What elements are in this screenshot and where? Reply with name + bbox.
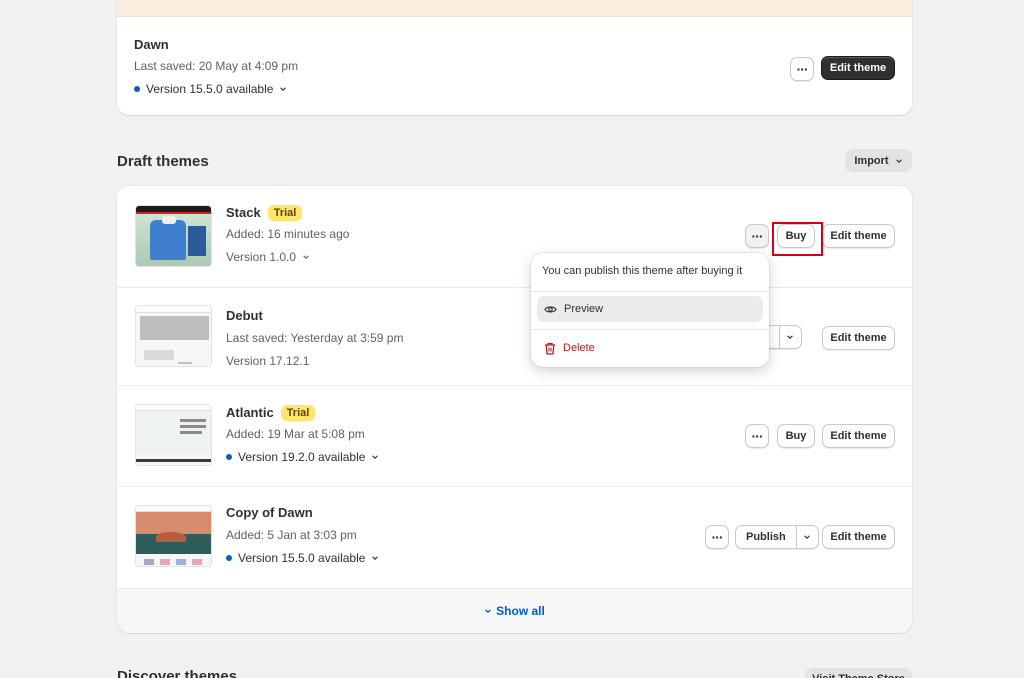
copy-of-dawn-edit-button[interactable]: Edit theme <box>822 525 895 549</box>
more-icon: ··· <box>796 61 809 77</box>
import-label: Import <box>854 154 889 167</box>
atlantic-name: Atlantic <box>226 405 274 420</box>
stack-meta: Added: 16 minutes ago <box>226 227 350 241</box>
popover-divider <box>531 291 769 292</box>
stack-name: Stack <box>226 205 261 220</box>
theme-row-atlantic: Atlantic Trial Added: 19 Mar at 5:08 pm V… <box>117 386 912 487</box>
stack-title-line: Stack Trial <box>226 204 303 222</box>
atlantic-trial-badge: Trial <box>280 405 316 421</box>
chevron-down-icon <box>895 158 902 163</box>
buy-highlight-annotation <box>772 222 823 256</box>
atlantic-version[interactable]: Version 19.2.0 available <box>226 450 379 464</box>
debut-name: Debut <box>226 308 263 323</box>
copy-of-dawn-publish-caret[interactable] <box>795 526 818 548</box>
theme-row-copy-of-dawn: Copy of Dawn Added: 5 Jan at 3:03 pm Ver… <box>117 487 912 589</box>
stack-trial-badge: Trial <box>267 205 303 221</box>
atlantic-version-label: Version 19.2.0 available <box>238 450 366 464</box>
delete-menu-item[interactable]: Delete <box>537 335 763 361</box>
copy-of-dawn-thumbnail <box>135 505 212 567</box>
stack-edit-button[interactable]: Edit theme <box>822 224 895 248</box>
chevron-down-icon <box>804 535 811 539</box>
copy-of-dawn-more-button[interactable]: ··· <box>705 525 729 549</box>
discover-themes-title: Discover themes <box>117 668 238 678</box>
chevron-down-icon <box>485 609 492 614</box>
trash-icon <box>545 342 555 355</box>
debut-thumbnail <box>135 305 212 367</box>
update-dot-icon <box>226 454 232 460</box>
chevron-down-icon <box>372 455 379 459</box>
current-theme-card: Dawn Last saved: 20 May at 4:09 pm Versi… <box>117 0 912 115</box>
popover-info-text: You can publish this theme after buying … <box>542 265 743 277</box>
stack-version[interactable]: Version 1.0.0 <box>226 250 310 264</box>
debut-edit-button[interactable]: Edit theme <box>822 326 895 350</box>
debut-version: Version 17.12.1 <box>226 354 310 368</box>
stack-thumbnail <box>135 205 212 267</box>
current-theme-version-label: Version 15.5.0 available <box>146 82 274 96</box>
atlantic-more-button[interactable]: ··· <box>745 424 769 448</box>
stack-more-button[interactable]: ··· <box>745 224 769 248</box>
notice-banner <box>117 0 912 17</box>
more-icon: ··· <box>751 428 764 444</box>
more-icon: ··· <box>751 228 764 244</box>
copy-of-dawn-version[interactable]: Version 15.5.0 available <box>226 551 379 565</box>
current-theme-last-saved: Last saved: 20 May at 4:09 pm <box>134 59 299 73</box>
copy-of-dawn-publish-button[interactable]: Publish <box>736 526 796 548</box>
chevron-down-icon <box>303 255 309 259</box>
preview-label: Preview <box>564 303 604 315</box>
atlantic-buy-button[interactable]: Buy <box>777 424 815 448</box>
current-theme-edit-button[interactable]: Edit theme <box>821 56 895 80</box>
more-icon: ··· <box>711 529 724 545</box>
preview-menu-item[interactable]: Preview <box>537 296 763 322</box>
atlantic-title-line: Atlantic Trial <box>226 404 316 422</box>
show-all-link[interactable]: Show all <box>117 589 912 633</box>
popover-divider <box>531 329 769 330</box>
current-theme-version[interactable]: Version 15.5.0 available <box>134 82 287 96</box>
chevron-down-icon <box>280 87 287 91</box>
show-all-label: Show all <box>496 604 545 618</box>
chevron-down-icon <box>372 556 379 560</box>
atlantic-thumbnail <box>135 404 212 466</box>
debut-publish-caret[interactable] <box>778 326 801 348</box>
copy-of-dawn-meta: Added: 5 Jan at 3:03 pm <box>226 528 357 542</box>
update-dot-icon <box>134 86 140 92</box>
atlantic-edit-button[interactable]: Edit theme <box>822 424 895 448</box>
stack-version-label: Version 1.0.0 <box>226 250 297 264</box>
theme-actions-popover: You can publish this theme after buying … <box>531 253 769 367</box>
copy-of-dawn-name: Copy of Dawn <box>226 505 313 520</box>
visit-theme-store-button[interactable]: Visit Theme Store <box>805 668 912 678</box>
debut-meta: Last saved: Yesterday at 3:59 pm <box>226 331 404 345</box>
current-theme-name: Dawn <box>134 37 169 52</box>
copy-of-dawn-version-label: Version 15.5.0 available <box>238 551 366 565</box>
import-button[interactable]: Import <box>845 149 912 172</box>
update-dot-icon <box>226 555 232 561</box>
copy-of-dawn-publish-split[interactable]: Publish <box>735 525 819 549</box>
current-theme-more-button[interactable]: ··· <box>790 57 814 81</box>
eye-icon <box>544 306 557 312</box>
chevron-down-icon <box>787 335 794 339</box>
delete-label: Delete <box>563 342 595 354</box>
theme-row-debut: Debut Last saved: Yesterday at 3:59 pm V… <box>117 288 912 386</box>
draft-themes-title: Draft themes <box>117 153 209 170</box>
atlantic-meta: Added: 19 Mar at 5:08 pm <box>226 427 365 441</box>
